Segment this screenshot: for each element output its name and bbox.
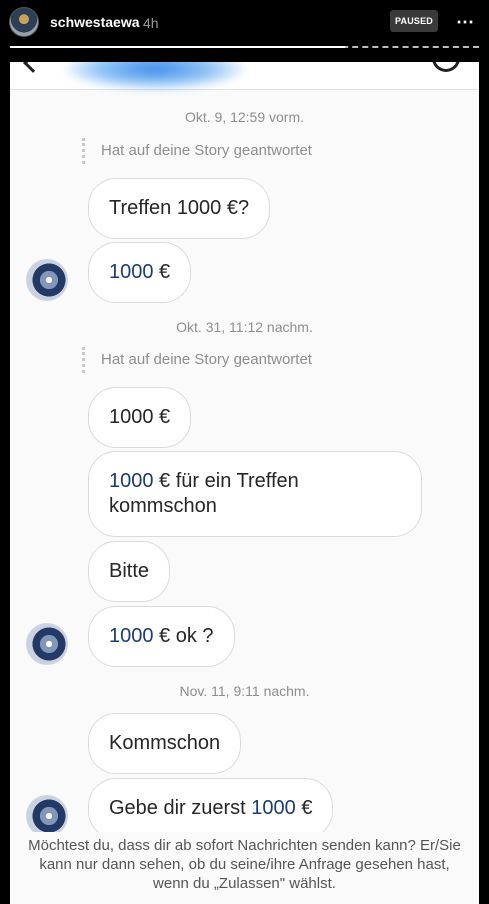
redacted-name-blur bbox=[65, 62, 245, 90]
chat-screenshot: Okt. 9, 12:59 vorm. Hat auf deine Story … bbox=[10, 62, 479, 904]
sender-avatar[interactable] bbox=[26, 259, 68, 301]
story-username[interactable]: schwestaewa bbox=[50, 14, 140, 30]
message-bubble[interactable]: 1000 € bbox=[88, 242, 192, 303]
story-avatar[interactable] bbox=[9, 7, 39, 37]
message-bubble[interactable]: 1000 € bbox=[88, 387, 192, 448]
message-bubble[interactable]: Kommschon bbox=[88, 713, 242, 774]
message-request-text: Möchtest du, dass dir ab sofort Nachrich… bbox=[28, 837, 461, 892]
more-options-icon[interactable]: ⋯ bbox=[456, 12, 475, 33]
message-bubble[interactable]: Bitte bbox=[88, 541, 171, 602]
message-bubble[interactable]: Gebe dir zuerst 1000 € bbox=[88, 778, 334, 839]
timestamp: Okt. 31, 11:12 nachm. bbox=[176, 319, 313, 335]
message-text: Gebe dir zuerst bbox=[109, 797, 252, 819]
message-text: Bitte bbox=[109, 560, 150, 582]
message-text: € bbox=[153, 261, 171, 283]
amount-text: 1000 bbox=[109, 625, 154, 647]
message-bubble[interactable]: 1000 € ok ? bbox=[88, 606, 235, 667]
message-bubble[interactable]: Treffen 1000 €? bbox=[88, 178, 271, 239]
story-reply-label: Hat auf deine Story geantwortet bbox=[82, 138, 312, 164]
paused-badge: PAUSED bbox=[390, 10, 438, 32]
message-text: Treffen 1000 €? bbox=[109, 197, 250, 219]
sender-avatar[interactable] bbox=[26, 795, 68, 837]
story-header: schwestaewa 4h PAUSED ⋯ bbox=[0, 0, 489, 62]
amount-text: 1000 bbox=[109, 470, 154, 492]
amount-text: 1000 bbox=[251, 797, 296, 819]
story-progress-fill bbox=[10, 46, 345, 48]
amount-text: 1000 bbox=[109, 261, 154, 283]
story-time: 4h bbox=[143, 15, 159, 31]
message-text: Kommschon bbox=[109, 732, 221, 754]
back-arrow-icon[interactable] bbox=[23, 62, 43, 73]
message-bubble[interactable]: 1000 € für ein Treffen kommschon bbox=[88, 451, 422, 537]
message-text: € bbox=[295, 797, 313, 819]
timestamp: Nov. 11, 9:11 nachm. bbox=[179, 683, 310, 699]
message-text: € ok ? bbox=[153, 625, 214, 647]
sender-avatar[interactable] bbox=[26, 623, 68, 665]
info-icon[interactable] bbox=[432, 62, 460, 72]
chat-header bbox=[10, 62, 479, 90]
timestamp: Okt. 9, 12:59 vorm. bbox=[184, 109, 305, 125]
message-text: 1000 € bbox=[109, 406, 171, 428]
story-reply-label: Hat auf deine Story geantwortet bbox=[82, 347, 312, 373]
message-request-banner: Möchtest du, dass dir ab sofort Nachrich… bbox=[10, 832, 479, 904]
